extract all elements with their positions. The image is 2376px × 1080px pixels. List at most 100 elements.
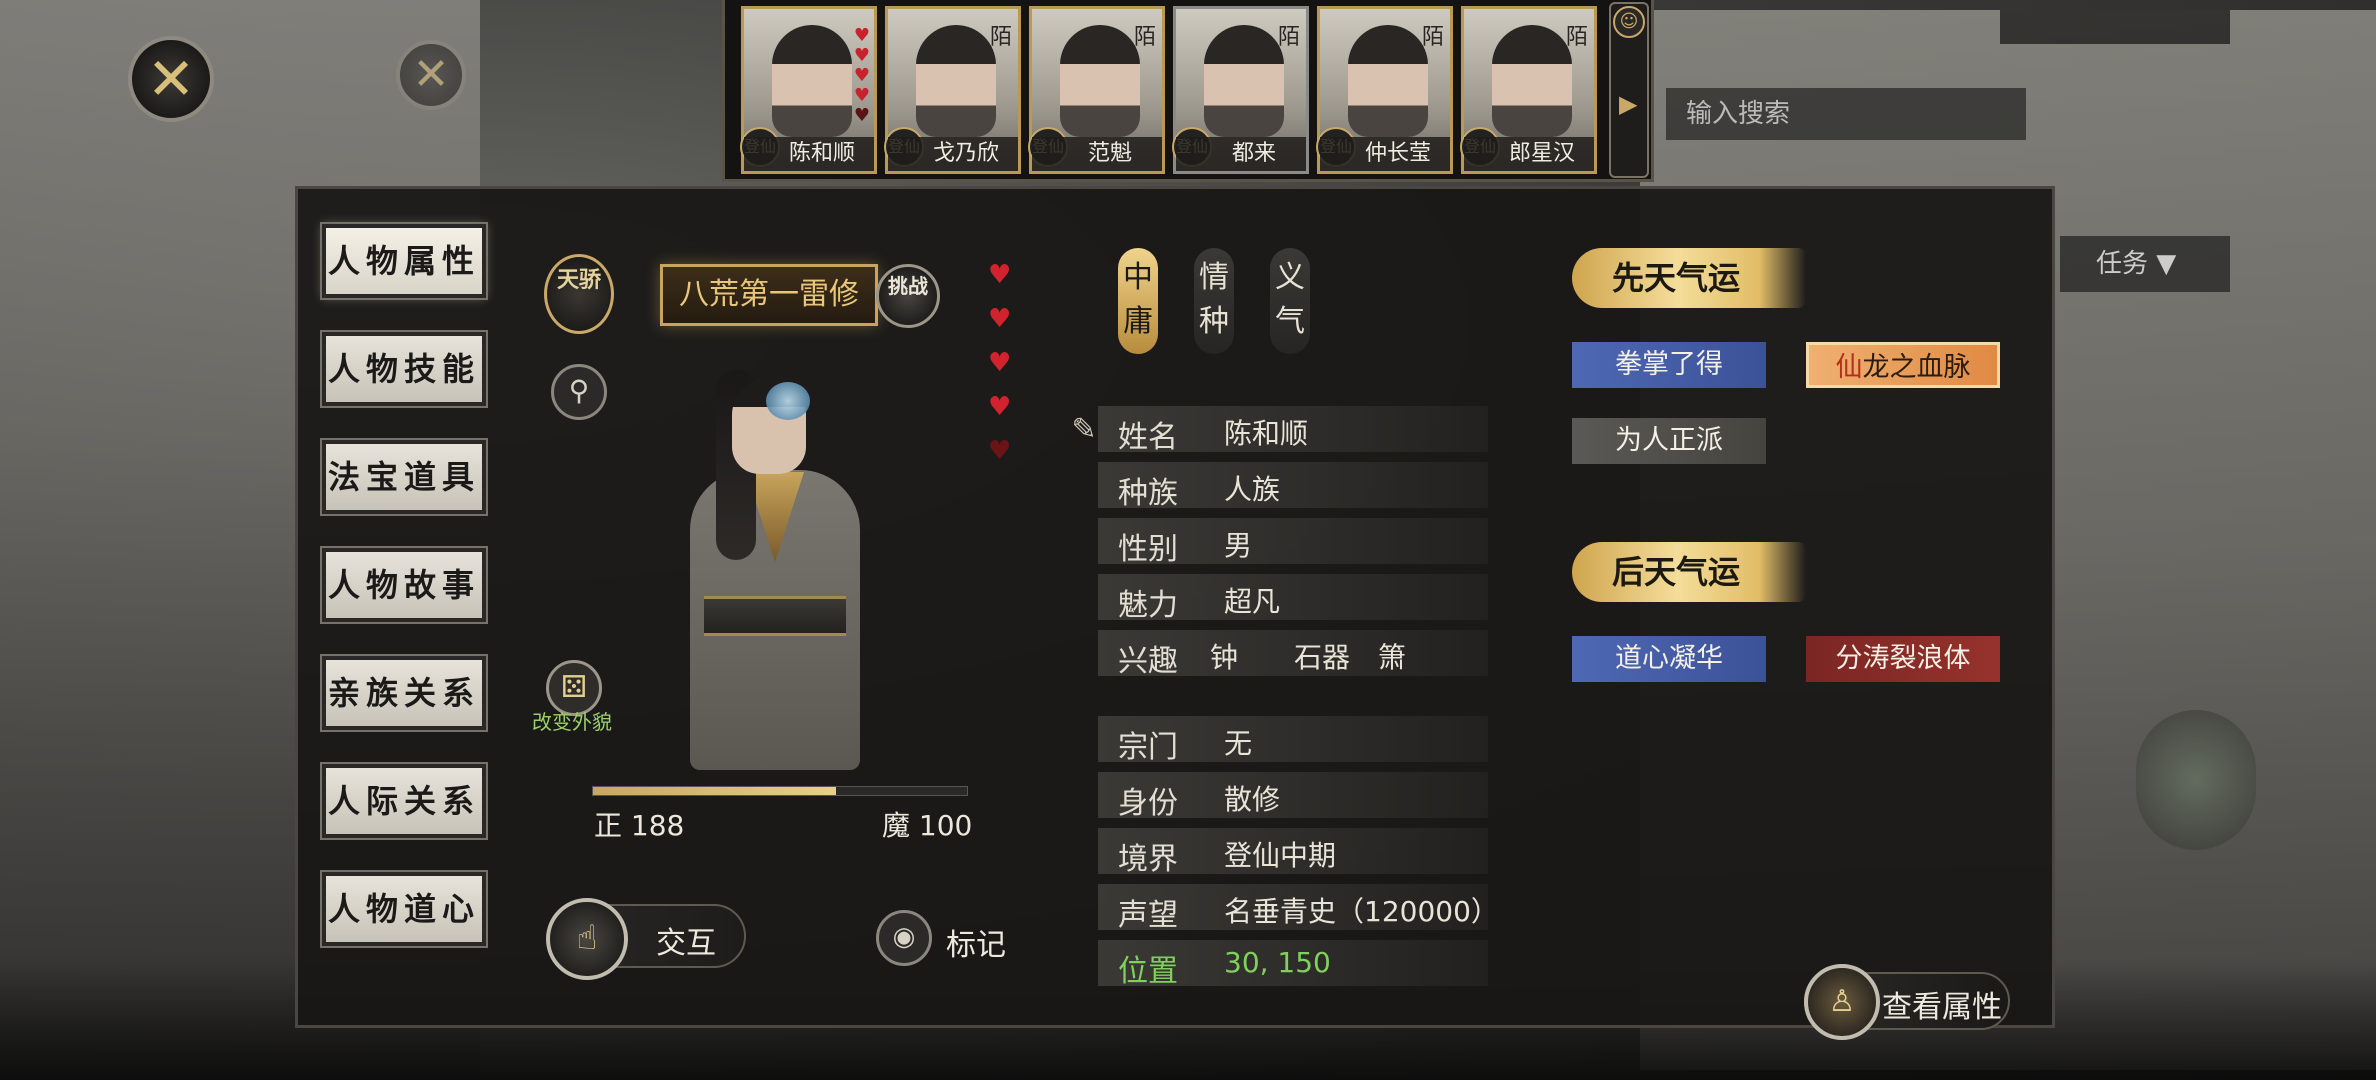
- change-appearance-label[interactable]: 改变外貌: [532, 706, 612, 735]
- background-close-button: ✕: [396, 40, 466, 110]
- fortune-chip[interactable]: 分涛裂浪体: [1806, 636, 2000, 682]
- affection-hearts: ♥ ♥ ♥ ♥ ♥: [988, 260, 1012, 464]
- info-row-gender: 性别 男: [1098, 518, 1488, 567]
- people-icon[interactable]: ☺: [1613, 6, 1645, 38]
- info-row-sect: 宗门 无: [1098, 716, 1488, 765]
- figure-mask: [766, 382, 810, 420]
- heart-icon: ♥: [853, 45, 870, 66]
- mark-button[interactable]: ◉ 标记: [876, 910, 1016, 966]
- fortune-chip-label: 龙之血脉: [1862, 352, 1971, 383]
- heart-icon: ♥: [853, 65, 870, 86]
- menu-item-story[interactable]: 人物故事: [320, 546, 488, 624]
- search-button[interactable]: ⚲: [551, 364, 607, 420]
- character-name: 仲长莹: [1320, 137, 1450, 171]
- info-key: 宗门: [1118, 730, 1178, 765]
- character-name: 戈乃欣: [888, 137, 1018, 171]
- acquired-fortune-header: 后天气运: [1572, 542, 1806, 602]
- interact-button[interactable]: ☝ 交互: [546, 898, 746, 980]
- menu-item-attributes[interactable]: 人物属性: [320, 222, 488, 300]
- fortune-chip-rare[interactable]: 仙龙之血脉: [1806, 342, 2000, 388]
- info-key: 种族: [1118, 476, 1178, 511]
- info-value: 30, 150: [1224, 946, 1331, 979]
- character-card[interactable]: ♥ ♥ ♥ ♥ ♥ 登仙 陈和顺: [740, 6, 877, 174]
- background-side-avatar: [2136, 710, 2256, 850]
- heart-icon: ♥: [988, 304, 1012, 334]
- info-key: 兴趣: [1118, 644, 1178, 679]
- background-dropdown: 任务 ▼: [2060, 236, 2230, 292]
- info-value: 人族: [1224, 473, 1281, 506]
- character-portrait: [1348, 25, 1428, 137]
- menu-item-treasures[interactable]: 法宝道具: [320, 438, 488, 516]
- stranger-tag: 陌: [1421, 25, 1444, 50]
- info-value: 陈和顺: [1224, 417, 1309, 450]
- character-card[interactable]: 陌 登仙 戈乃欣: [884, 6, 1021, 174]
- info-key: 性别: [1118, 532, 1178, 567]
- info-row-race: 种族 人族: [1098, 462, 1488, 511]
- fortune-chip[interactable]: 为人正派: [1572, 418, 1766, 464]
- interact-label: 交互: [656, 926, 716, 961]
- menu-item-skills[interactable]: 人物技能: [320, 330, 488, 408]
- edit-name-icon[interactable]: ✎: [1066, 412, 1102, 448]
- innate-fortune-header: 先天气运: [1572, 248, 1806, 308]
- info-key: 身份: [1118, 786, 1178, 821]
- stranger-tag: 陌: [1565, 25, 1588, 50]
- info-key: 位置: [1118, 954, 1178, 989]
- character-bar-scroll[interactable]: ☺ ▶: [1609, 2, 1649, 178]
- info-value: 名垂青史（120000）: [1224, 895, 1499, 928]
- character-name: 陈和顺: [744, 137, 874, 171]
- info-key: 魅力: [1118, 588, 1178, 623]
- trait-tag: 义气: [1270, 248, 1310, 354]
- info-row-hobby: 兴趣 钟 石器 箫: [1098, 630, 1488, 679]
- info-value: 无: [1224, 727, 1253, 760]
- view-attributes-button[interactable]: ♙ 查看属性: [1804, 964, 2010, 1040]
- menu-item-family[interactable]: 亲族关系: [320, 654, 488, 732]
- character-card[interactable]: 陌 登仙 仲长莹: [1316, 6, 1453, 174]
- heart-icon: ♥: [853, 85, 870, 106]
- figure-icon: ♙: [1804, 964, 1880, 1040]
- close-button[interactable]: ✕: [128, 36, 214, 122]
- character-portrait: [1204, 25, 1284, 137]
- challenge-button[interactable]: 挑战: [876, 264, 940, 328]
- character-figure: [620, 360, 920, 790]
- dice-icon: ⚄: [560, 670, 588, 705]
- stranger-tag: 陌: [1133, 25, 1156, 50]
- background-search-input: 输入搜索: [1666, 88, 2026, 140]
- info-row-realm: 境界 登仙中期: [1098, 828, 1488, 877]
- scroll-right-icon[interactable]: ▶: [1619, 90, 1637, 118]
- info-row-position[interactable]: 位置 30, 150: [1098, 940, 1488, 989]
- morality-fill: [593, 787, 837, 795]
- character-portrait: [1060, 25, 1140, 137]
- trait-tag: 情种: [1194, 248, 1234, 354]
- character-name: 都来: [1176, 137, 1306, 171]
- fortune-chip[interactable]: 道心凝华: [1572, 636, 1766, 682]
- search-icon: ⚲: [568, 374, 590, 407]
- character-card[interactable]: 陌 登仙 郎星汉: [1460, 6, 1597, 174]
- view-attributes-label: 查看属性: [1882, 990, 2002, 1025]
- menu-item-relations[interactable]: 人际关系: [320, 762, 488, 840]
- immortal-mark-icon: 仙: [1835, 352, 1863, 383]
- stranger-tag: 陌: [1277, 25, 1300, 50]
- info-value: 男: [1224, 529, 1253, 562]
- affection-hearts: ♥ ♥ ♥ ♥ ♥: [854, 27, 870, 125]
- fortune-chip[interactable]: 拳掌了得: [1572, 342, 1766, 388]
- menu-item-dao-heart[interactable]: 人物道心: [320, 870, 488, 948]
- character-name: 郎星汉: [1464, 137, 1594, 171]
- righteous-value: 正 188: [594, 809, 685, 842]
- background-time-bar: [2000, 10, 2230, 44]
- character-portrait: [772, 25, 852, 137]
- morality-bar: [592, 786, 968, 796]
- title-plaque: 八荒第一雷修: [660, 264, 878, 326]
- info-value: 散修: [1224, 783, 1281, 816]
- mark-label: 标记: [946, 928, 1006, 963]
- info-key: 姓名: [1118, 420, 1178, 455]
- character-card[interactable]: 陌 登仙 都来: [1172, 6, 1309, 174]
- character-bar: ♥ ♥ ♥ ♥ ♥ 登仙 陈和顺 陌 登仙 戈乃欣 陌 登仙 范魁 陌 登仙 都…: [722, 0, 1654, 182]
- character-card[interactable]: 陌 登仙 范魁: [1028, 6, 1165, 174]
- info-key: 境界: [1118, 842, 1178, 877]
- heart-icon: ♥: [988, 260, 1012, 290]
- heart-icon: ♥: [988, 348, 1012, 378]
- demonic-value: 魔 100: [882, 809, 973, 842]
- close-icon: ✕: [412, 49, 450, 100]
- close-icon: ✕: [146, 45, 196, 113]
- info-value: 登仙中期: [1224, 839, 1337, 872]
